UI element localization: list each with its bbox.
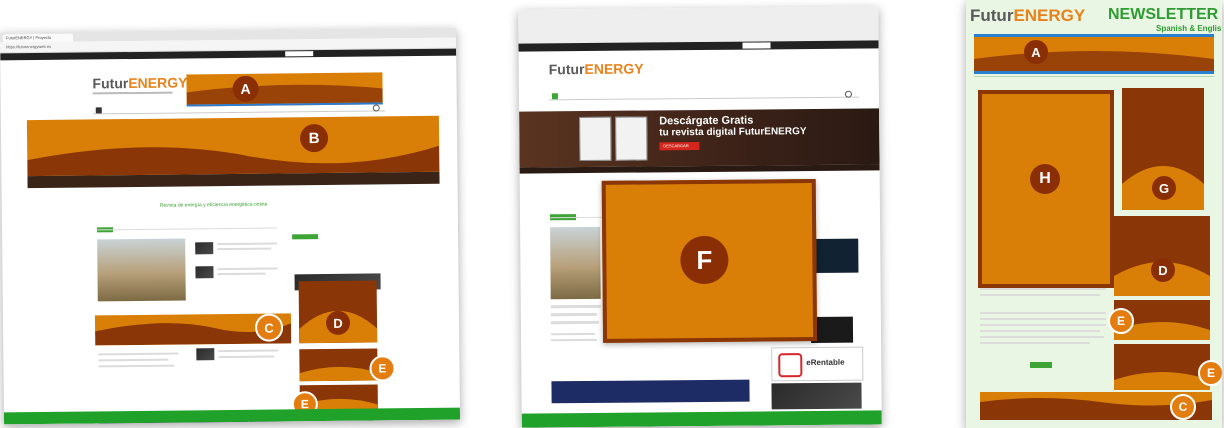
screenshot-panel-1: FuturENERGY | Proyecto https://futurener… [0,27,461,425]
sidebar-box[interactable] [810,316,854,344]
text-line [98,358,169,362]
search-box[interactable] [285,51,314,57]
magazine-cover [579,116,612,162]
text-line [217,242,278,246]
text-line [550,320,599,325]
ad-slot-a [974,34,1214,74]
ad-slot-b [26,115,440,177]
solar-banner[interactable] [551,379,750,404]
text-line [980,294,1100,296]
home-icon[interactable] [95,107,102,114]
screenshot-panel-2: FuturENERGY Descárgate Gratis tu revista… [518,6,882,428]
section-rule [974,76,1214,77]
marker-d-badge: D [325,310,351,335]
marker-e-badge: E [369,355,396,382]
text-line [980,336,1104,338]
text-line [980,330,1100,332]
erentable-text: eRentable [806,357,845,368]
promo-line-1: Descárgate Gratis [659,114,754,128]
marker-f-badge: F [680,235,729,285]
marker-a-badge: A [232,75,259,102]
ad-slot-e-second [1114,344,1210,390]
address-text: https://futurenergyweb.es [6,43,52,50]
text-line [98,352,179,356]
ad-slot-d [1114,216,1210,296]
text-line [551,338,598,342]
ad-wave [974,51,1214,71]
search-icon[interactable] [372,104,380,112]
text-line [980,288,1106,290]
text-line [218,349,279,353]
search-icon[interactable] [844,90,852,98]
text-line [550,304,601,309]
news-thumb[interactable] [196,348,215,361]
promo-line-2: tu revista digital FuturENERGY [659,126,807,139]
text-line [218,355,275,359]
erentable-ad[interactable]: eRentable [771,346,864,382]
text-line [980,342,1090,344]
footer-bar [521,410,882,428]
marker-h-badge: H [1030,164,1060,194]
plug-icon [778,353,803,378]
sidebar-image[interactable] [771,382,862,410]
home-icon[interactable] [551,93,558,100]
footer-bar [3,407,461,425]
browser-chrome [518,6,879,44]
marker-c-badge: C [254,313,284,342]
news-thumb[interactable] [195,266,214,279]
ad-wave [186,84,383,105]
ad-wave [1114,262,1210,296]
text-line [980,318,1106,320]
marker-c-badge: C [1170,394,1196,420]
marker-a-badge: A [1024,40,1048,64]
section-rule [97,227,278,231]
sidebar-tag [292,234,319,240]
search-box[interactable] [742,42,771,49]
text-line [551,332,596,336]
promo-button[interactable]: DESCARGAR [659,142,700,151]
marker-d-badge: D [1151,258,1175,282]
site-logo[interactable]: FuturENERGY [549,60,644,77]
newsletter-subtitle: Spanish & English [1156,24,1222,33]
ad-wave [27,145,440,177]
ad-wave [1114,372,1210,390]
site-logo[interactable]: FuturENERGY [92,74,187,91]
text-line [217,272,266,276]
marker-g-badge: G [1152,176,1176,200]
sidebar-video[interactable] [812,238,859,274]
newsletter-panel: FuturENERGY NEWSLETTER Spanish & English… [966,0,1222,428]
text-line [217,247,272,251]
browser-tab-title: FuturENERGY | Proyecto [5,34,52,41]
article-photo[interactable] [97,238,186,302]
logo-tagline [92,91,173,95]
article-photo[interactable] [550,226,601,300]
text-line [550,312,597,317]
text-line [98,364,175,368]
magazine-cover [615,116,648,161]
text-line [217,267,278,271]
main-menu [548,90,859,101]
read-more-button[interactable] [1030,362,1052,368]
promo-banner[interactable]: Descárgate Gratis tu revista digital Fut… [519,108,880,168]
ad-slot-a [186,72,383,107]
newsletter-logo: FuturENERGY [970,6,1086,25]
ad-wave [299,366,378,382]
marker-e-badge: E [1198,360,1222,386]
main-menu [92,104,385,115]
text-line [980,312,1106,314]
marker-e-badge: E [1108,308,1134,334]
marker-b-badge: B [299,123,329,153]
newsletter-title: NEWSLETTER [1108,6,1219,23]
news-thumb[interactable] [195,242,214,255]
site-headline: Revista de energía y eficiencia energéti… [159,201,268,209]
ad-slot-e [299,348,378,382]
text-line [980,324,1106,326]
